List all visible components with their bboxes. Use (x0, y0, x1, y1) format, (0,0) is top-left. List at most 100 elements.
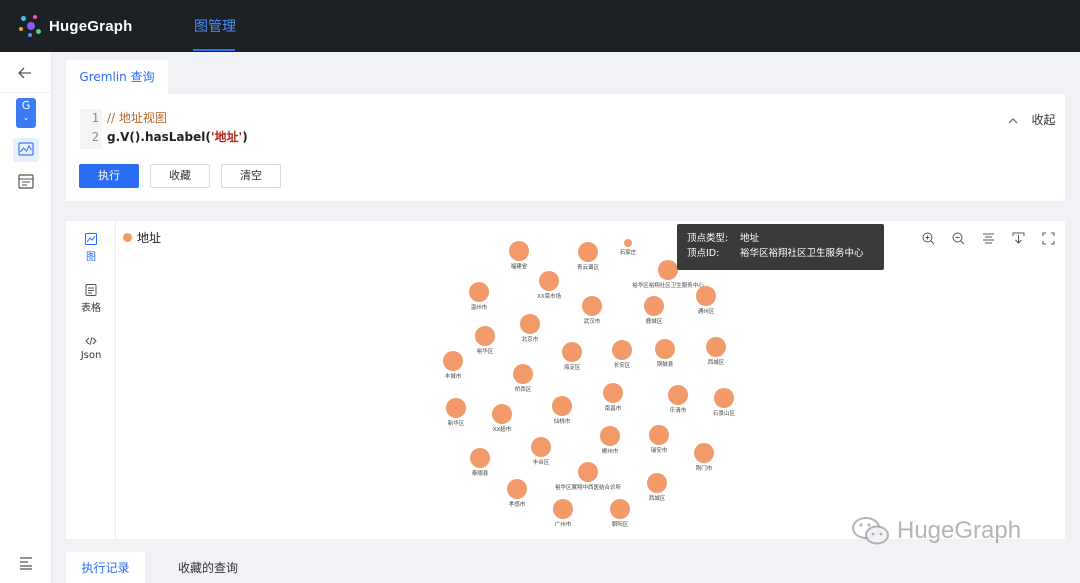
graph-node-label: XX超市 (493, 425, 512, 433)
graph-node[interactable]: 长安区 (612, 340, 632, 369)
graph-node-circle[interactable] (610, 499, 630, 519)
graph-node[interactable]: XX超市 (492, 404, 512, 433)
graph-node-circle[interactable] (553, 499, 573, 519)
graph-node[interactable]: 福建省 (509, 241, 529, 270)
graph-node-circle[interactable] (507, 479, 527, 499)
graph-node-circle[interactable] (562, 342, 582, 362)
graph-node-circle[interactable] (655, 339, 675, 359)
graph-node-label: 郴州市 (602, 447, 619, 455)
graph-node-circle[interactable] (668, 385, 688, 405)
graph-node[interactable]: 泰顺县 (470, 448, 490, 477)
graph-node[interactable]: 新华区 (446, 398, 466, 427)
graph-node[interactable]: 裕华区翼翔中西医结合诊所 (555, 462, 622, 491)
graph-node[interactable]: 西城区 (706, 337, 726, 366)
graph-node[interactable]: 朝阳区 (610, 499, 630, 528)
graph-node-circle[interactable] (513, 364, 533, 384)
graph-node-circle[interactable] (694, 443, 714, 463)
graph-node-circle[interactable] (658, 260, 678, 280)
graph-node-circle[interactable] (469, 282, 489, 302)
graph-node-circle[interactable] (520, 314, 540, 334)
graph-node-circle[interactable] (492, 404, 512, 424)
line-number: 1 (91, 111, 99, 125)
result-panel: 图 表格 Json 地址 福建省 青云谱区 石家庄 裕华区裕翔社区卫生服务中心 XX菜市… (66, 221, 1065, 539)
tooltip-id-key: 顶点ID: (687, 248, 720, 259)
tooltip-type-key: 顶点类型: (687, 233, 729, 244)
graph-canvas[interactable]: 福建省 青云谱区石家庄裕华区裕翔社区卫生服务中心XX菜市场温州市武汉市 鹿城区通州区… (66, 221, 1065, 539)
graph-node[interactable]: 石家庄 (620, 239, 637, 256)
graph-node-circle[interactable] (624, 239, 632, 247)
vertex-tooltip: 顶点类型: 地址 顶点ID: 裕华区裕翔社区卫生服务中心 (677, 224, 884, 270)
graph-node-circle[interactable] (509, 241, 529, 261)
graph-node[interactable]: XX菜市场 (537, 271, 562, 300)
graph-node-label: 荆门市 (696, 464, 713, 472)
graph-node-label: 新华区 (448, 419, 465, 427)
rail-item-graph-query[interactable] (13, 138, 39, 162)
run-button[interactable]: 执行 (79, 164, 139, 188)
graph-node[interactable]: 乐清市 (668, 385, 688, 414)
query-editor-card: 1 2 // 地址视图 g.V().hasLabel('地址') 收起 执行 收… (66, 94, 1065, 201)
menu-icon[interactable] (19, 555, 33, 574)
graph-node-circle[interactable] (531, 437, 551, 457)
graph-node-circle[interactable] (475, 326, 495, 346)
favorite-button[interactable]: 收藏 (150, 164, 210, 188)
graph-node-circle[interactable] (644, 296, 664, 316)
graph-node-circle[interactable] (578, 242, 598, 262)
graph-node[interactable]: 海淀区 (562, 342, 582, 371)
code-editor[interactable]: 1 2 // 地址视图 g.V().hasLabel('地址') (80, 109, 680, 149)
rail-divider (0, 92, 52, 93)
graph-node[interactable]: 孝感市 (507, 479, 527, 508)
graph-node-label: 朝阳区 (612, 520, 629, 528)
graph-node-circle[interactable] (470, 448, 490, 468)
graph-node-circle[interactable] (600, 426, 620, 446)
graph-node-circle[interactable] (552, 396, 572, 416)
tab-gremlin-query[interactable]: Gremlin 查询 (66, 60, 168, 94)
graph-node[interactable]: 北京市 (520, 314, 540, 343)
tab-favorite-queries[interactable]: 收藏的查询 (145, 552, 271, 583)
graph-node[interactable]: 郴州市 (600, 426, 620, 455)
graph-node-circle[interactable] (446, 398, 466, 418)
graph-node[interactable]: 广州市 (553, 499, 573, 528)
app-logo[interactable]: HugeGraph (18, 14, 132, 38)
graph-node[interactable]: 裕华区 (475, 326, 495, 355)
graph-node[interactable]: 南昌市 (603, 383, 623, 412)
tab-execution-history[interactable]: 执行记录 (66, 552, 145, 583)
graph-node-circle[interactable] (443, 351, 463, 371)
graph-node[interactable]: 武汉市 (582, 296, 602, 325)
graph-node-circle[interactable] (714, 388, 734, 408)
arrow-left-icon[interactable] (18, 64, 32, 83)
graph-node[interactable]: 丰台区 (531, 437, 551, 466)
graph-node[interactable]: 丰城市 (443, 351, 463, 380)
collapse-button[interactable]: 收起 (1008, 111, 1056, 128)
graph-node-circle[interactable] (647, 473, 667, 493)
graph-node[interactable]: 仙桃市 (552, 396, 572, 425)
rail-item-data-panel[interactable] (13, 170, 39, 194)
graph-node[interactable]: 石景山区 (713, 388, 736, 417)
code-close: ) (242, 130, 248, 144)
graph-node-circle[interactable] (696, 286, 716, 306)
graph-node[interactable]: 通州区 (696, 286, 716, 315)
graph-node-circle[interactable] (612, 340, 632, 360)
graph-node[interactable]: 鹿城区 (644, 296, 664, 325)
clear-button[interactable]: 清空 (221, 164, 281, 188)
graph-node-circle[interactable] (603, 383, 623, 403)
line-number-gutter: 1 2 (80, 109, 102, 149)
graph-node-label: 西城区 (708, 359, 725, 366)
nav-tab-graph-management[interactable]: 图管理 (194, 0, 236, 52)
graph-node[interactable]: 瑞安市 (649, 425, 669, 454)
graph-node-circle[interactable] (649, 425, 669, 445)
graph-node[interactable]: 铜鼓县 (655, 339, 675, 368)
graph-selector[interactable]: G ⌄ (16, 98, 36, 128)
graph-node[interactable]: 荆门市 (694, 443, 714, 472)
graph-node[interactable]: 西城区 (647, 473, 667, 502)
graph-node-circle[interactable] (578, 462, 598, 482)
graph-node[interactable]: 桥西区 (513, 364, 533, 393)
graph-node-circle[interactable] (539, 271, 559, 291)
graph-node-label: 西城区 (649, 495, 666, 502)
bottom-tab-strip: 执行记录 收藏的查询 (66, 552, 1065, 583)
graph-node-circle[interactable] (706, 337, 726, 357)
graph-node[interactable]: 温州市 (469, 282, 489, 311)
graph-node[interactable]: 青云谱区 (577, 242, 600, 271)
graph-node-label: 石家庄 (620, 248, 637, 256)
tooltip-row-type: 顶点类型: 地址 (687, 231, 874, 246)
graph-node-circle[interactable] (582, 296, 602, 316)
